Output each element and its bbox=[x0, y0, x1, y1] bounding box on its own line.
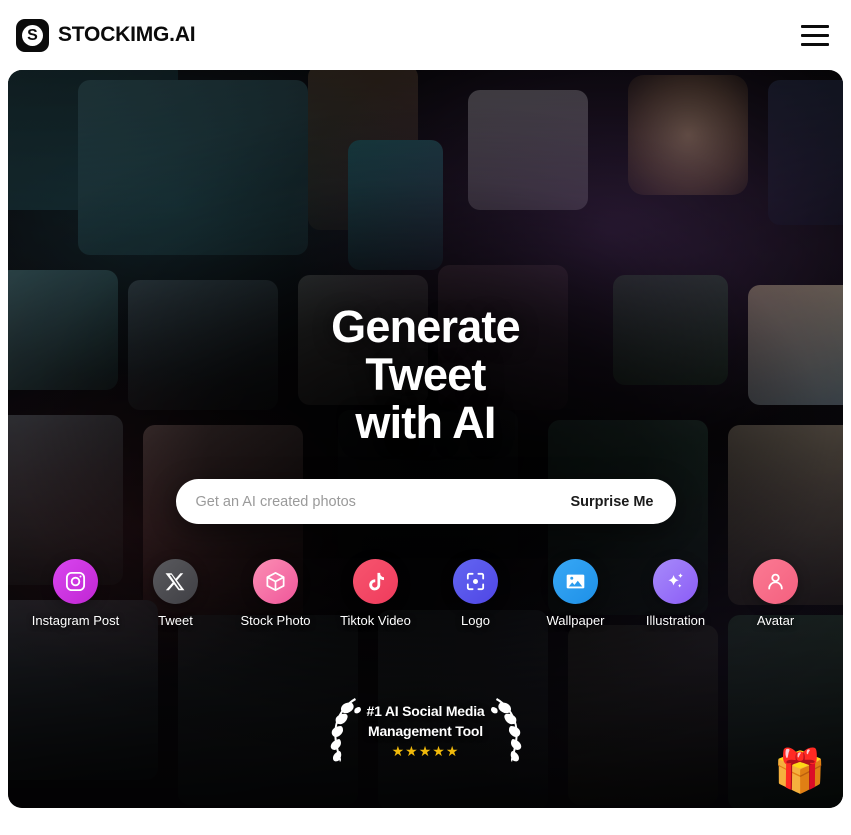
hero-title: Generate Tweet with AI bbox=[331, 301, 521, 449]
category-label: Logo bbox=[461, 613, 490, 629]
category-label: Instagram Post bbox=[31, 613, 120, 629]
laurel-wreath-left-icon bbox=[330, 698, 361, 762]
category-stock-photo[interactable]: Stock Photo bbox=[226, 559, 326, 628]
category-shortcuts: Instagram Post Tweet Stock Photo Tiktok … bbox=[8, 559, 843, 628]
award-line-1: #1 AI Social Media bbox=[366, 702, 485, 719]
hero-title-line-3: with AI bbox=[355, 397, 496, 449]
search-input[interactable] bbox=[195, 493, 559, 510]
category-label: Stock Photo bbox=[240, 613, 311, 629]
box-icon bbox=[253, 559, 298, 605]
sparkle-icon bbox=[653, 559, 698, 605]
category-tweet[interactable]: Tweet bbox=[126, 559, 226, 628]
hamburger-bar-3 bbox=[801, 42, 829, 46]
x-twitter-icon bbox=[153, 559, 198, 605]
category-label: Illustration bbox=[645, 613, 706, 629]
category-instagram-post[interactable]: Instagram Post bbox=[26, 559, 126, 628]
brand-logo[interactable]: S STOCKIMG.AI bbox=[16, 18, 196, 52]
category-logo[interactable]: Logo bbox=[426, 559, 526, 628]
category-wallpaper[interactable]: Wallpaper bbox=[526, 559, 626, 628]
image-icon bbox=[553, 559, 598, 605]
brand-mark-letter: S bbox=[22, 24, 43, 46]
category-tiktok-video[interactable]: Tiktok Video bbox=[326, 559, 426, 628]
surprise-me-button[interactable]: Surprise Me bbox=[559, 492, 654, 512]
gift-box-icon[interactable]: 🎁 bbox=[769, 740, 831, 802]
category-label: Avatar bbox=[756, 613, 795, 629]
brand-name: STOCKIMG.AI bbox=[58, 23, 196, 46]
laurel-wreath-right-icon bbox=[490, 698, 521, 762]
category-avatar[interactable]: Avatar bbox=[726, 559, 826, 628]
page-header: S STOCKIMG.AI bbox=[0, 0, 851, 70]
category-label: Wallpaper bbox=[546, 613, 605, 629]
prompt-search-bar[interactable]: Surprise Me bbox=[175, 479, 676, 525]
award-star-rating: ★★★★★ bbox=[391, 743, 460, 760]
focus-target-icon bbox=[453, 559, 498, 605]
hamburger-bar-1 bbox=[801, 24, 829, 28]
hero-title-line-1: Generate bbox=[331, 301, 521, 352]
hero-section: Generate Tweet with AI Surprise Me Insta… bbox=[8, 70, 843, 808]
award-text: #1 AI Social Media Management Tool ★★★★★ bbox=[364, 702, 486, 759]
category-label: Tiktok Video bbox=[340, 613, 411, 629]
person-icon bbox=[753, 559, 798, 605]
award-badge: #1 AI Social Media Management Tool ★★★★★ bbox=[318, 694, 532, 766]
category-illustration[interactable]: Illustration bbox=[626, 559, 726, 628]
instagram-icon bbox=[53, 559, 98, 605]
hamburger-menu-icon[interactable] bbox=[799, 20, 833, 50]
award-line-2: Management Tool bbox=[368, 722, 483, 739]
stockimg-logo-icon: S bbox=[16, 18, 49, 52]
category-label: Tweet bbox=[158, 613, 193, 629]
tiktok-icon bbox=[353, 559, 398, 605]
hero-title-line-2: Tweet bbox=[365, 349, 486, 401]
hamburger-bar-2 bbox=[801, 33, 829, 37]
